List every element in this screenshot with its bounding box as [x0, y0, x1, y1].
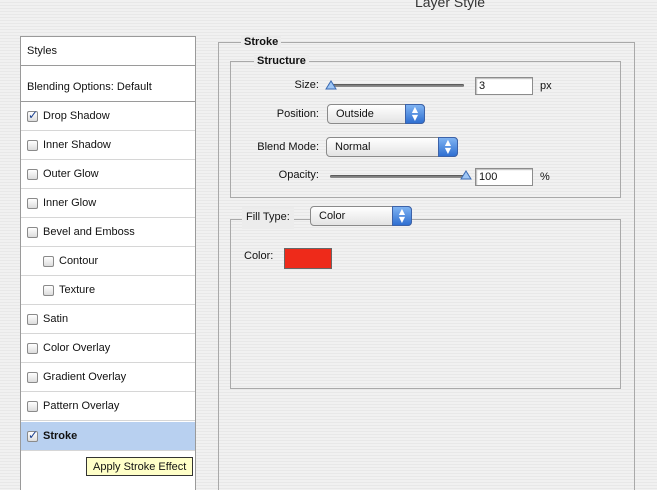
style-item-color-overlay[interactable]: Color Overlay [21, 334, 195, 363]
blending-options-label: Blending Options: Default [27, 81, 152, 93]
style-item-label: Satin [43, 313, 69, 325]
style-item-label: Inner Glow [43, 197, 97, 209]
style-item-label: Outer Glow [43, 168, 99, 180]
fill-type-label: Fill Type: [246, 211, 290, 223]
blending-options-item[interactable]: Blending Options: Default [21, 73, 195, 102]
style-item-bevel-emboss[interactable]: Bevel and Emboss [21, 218, 195, 247]
color-label: Color: [244, 250, 274, 262]
blend-mode-value: Normal [335, 141, 371, 153]
size-input[interactable]: 3 [475, 77, 533, 95]
tooltip: Apply Stroke Effect [86, 457, 194, 476]
fill-type-dropdown[interactable]: Color ▲ ▼ [310, 206, 412, 226]
drop-shadow-checkbox[interactable] [27, 108, 38, 122]
dropdown-arrows-icon: ▲ ▼ [405, 104, 425, 124]
color-swatch[interactable] [284, 248, 332, 269]
style-item-stroke[interactable]: Stroke [21, 422, 195, 451]
blend-mode-label: Blend Mode: [257, 141, 319, 153]
size-label: Size: [294, 79, 319, 91]
opacity-input[interactable]: 100 [475, 168, 533, 186]
structure-group-title: Structure [254, 55, 309, 67]
styles-header-label: Styles [27, 45, 57, 57]
styles-header[interactable]: Styles [21, 37, 195, 66]
window-title: Layer Style [414, 0, 486, 10]
size-unit: px [540, 80, 552, 92]
stroke-checkbox[interactable] [27, 428, 38, 442]
outer-glow-checkbox[interactable] [27, 168, 38, 180]
styles-list: Styles Blending Options: Default Drop Sh… [20, 36, 196, 490]
position-label: Position: [276, 108, 319, 120]
style-item-pattern-overlay[interactable]: Pattern Overlay [21, 392, 195, 421]
style-item-label: Color Overlay [43, 342, 111, 354]
position-dropdown[interactable]: Outside ▲ ▼ [327, 104, 425, 124]
style-item-label: Bevel and Emboss [43, 226, 135, 238]
opacity-label: Opacity: [278, 169, 319, 181]
inner-shadow-checkbox[interactable] [27, 139, 38, 151]
style-item-label: Inner Shadow [43, 139, 111, 151]
color-overlay-checkbox[interactable] [27, 342, 38, 354]
style-item-satin[interactable]: Satin [21, 305, 195, 334]
opacity-slider-thumb[interactable] [460, 170, 472, 180]
contour-checkbox[interactable] [43, 255, 54, 267]
pattern-overlay-checkbox[interactable] [27, 400, 38, 412]
style-item-label: Stroke [43, 430, 78, 442]
style-item-label: Contour [59, 255, 99, 267]
style-item-texture[interactable]: Texture [21, 276, 195, 305]
opacity-slider-track[interactable] [330, 175, 466, 178]
gradient-overlay-checkbox[interactable] [27, 371, 38, 383]
style-item-inner-shadow[interactable]: Inner Shadow [21, 131, 195, 160]
position-value: Outside [336, 108, 374, 120]
dropdown-arrows-icon: ▲ ▼ [392, 206, 412, 226]
dropdown-arrows-icon: ▲ ▼ [438, 137, 458, 157]
style-item-inner-glow[interactable]: Inner Glow [21, 189, 195, 218]
size-slider-thumb[interactable] [324, 80, 337, 90]
fill-type-value: Color [319, 210, 346, 222]
size-slider-track[interactable] [328, 84, 464, 87]
style-item-label: Texture [59, 284, 96, 296]
stroke-group-title: Stroke [241, 36, 282, 48]
style-item-label: Gradient Overlay [43, 371, 127, 383]
style-item-label: Drop Shadow [43, 110, 110, 122]
fill-type-group [230, 219, 621, 389]
inner-glow-checkbox[interactable] [27, 197, 38, 209]
style-item-outer-glow[interactable]: Outer Glow [21, 160, 195, 189]
style-item-drop-shadow[interactable]: Drop Shadow [21, 102, 195, 131]
style-item-contour[interactable]: Contour [21, 247, 195, 276]
texture-checkbox[interactable] [43, 284, 54, 296]
style-item-label: Pattern Overlay [43, 400, 120, 412]
opacity-unit: % [540, 171, 550, 183]
style-item-gradient-overlay[interactable]: Gradient Overlay [21, 363, 195, 392]
fill-type-header: Fill Type: [242, 207, 294, 229]
bevel-emboss-checkbox[interactable] [27, 226, 38, 238]
blend-mode-dropdown[interactable]: Normal ▲ ▼ [326, 137, 458, 157]
satin-checkbox[interactable] [27, 313, 38, 325]
